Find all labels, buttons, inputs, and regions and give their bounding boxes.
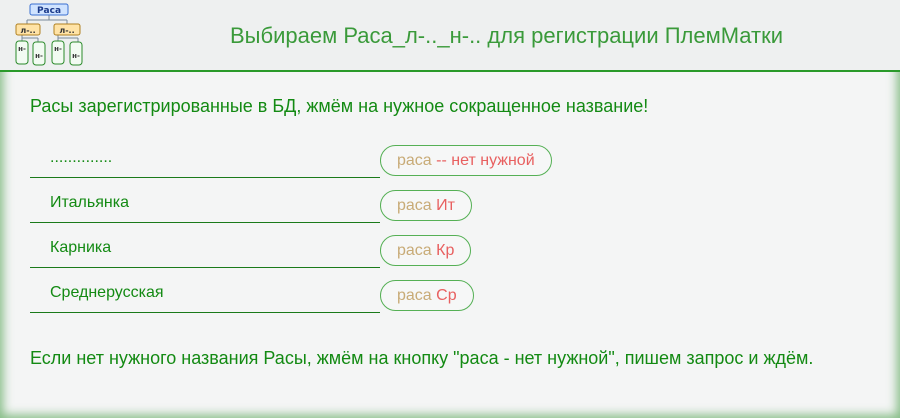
logo-leaf-label: н-	[72, 52, 80, 60]
breed-row-italyanka: Итальянка раса Ит	[30, 190, 570, 235]
logo-branch-label: л-..	[59, 26, 74, 35]
button-word: раса	[397, 287, 432, 304]
breed-kr-button[interactable]: раса Кр	[380, 235, 472, 266]
tree-logo: Раса л-.. л-.. н- н- н- н-	[15, 3, 83, 66]
breed-name: Среднерусская	[30, 280, 380, 313]
breed-row-none: .............. раса -- нет нужной	[30, 145, 570, 190]
footer-note: Если нет нужного названия Расы, жмём на …	[30, 348, 814, 368]
breed-row-karnika: Карника раса Кр	[30, 235, 570, 280]
button-word: раса	[397, 152, 432, 169]
intro-text: Расы зарегистрированные в БД, жмём на ну…	[30, 96, 649, 116]
breed-name: ..............	[30, 145, 380, 178]
button-code: Ит	[436, 197, 455, 214]
button-code: -- нет нужной	[436, 152, 535, 169]
page-title: Выбираем Раса_л-.._н-.. для регистрации …	[230, 23, 784, 48]
logo-leaf-label: н-	[54, 45, 62, 53]
breed-name: Карника	[30, 235, 380, 268]
breed-sr-button[interactable]: раса Ср	[380, 280, 474, 311]
breed-none-button[interactable]: раса -- нет нужной	[380, 145, 552, 176]
header: Раса л-.. л-.. н- н- н- н- Выбираем Раса…	[0, 0, 900, 72]
breed-name: Итальянка	[30, 190, 380, 223]
logo-leaf-label: н-	[35, 52, 43, 60]
button-code: Ср	[436, 287, 457, 304]
logo-root-label: Раса	[37, 6, 61, 16]
breed-it-button[interactable]: раса Ит	[380, 190, 472, 221]
button-code: Кр	[436, 242, 455, 259]
button-word: раса	[397, 197, 432, 214]
button-word: раса	[397, 242, 432, 259]
logo-branch-label: л-..	[20, 26, 35, 35]
breed-row-srednerusskaya: Среднерусская раса Ср	[30, 280, 570, 325]
logo-leaf-label: н-	[18, 45, 26, 53]
